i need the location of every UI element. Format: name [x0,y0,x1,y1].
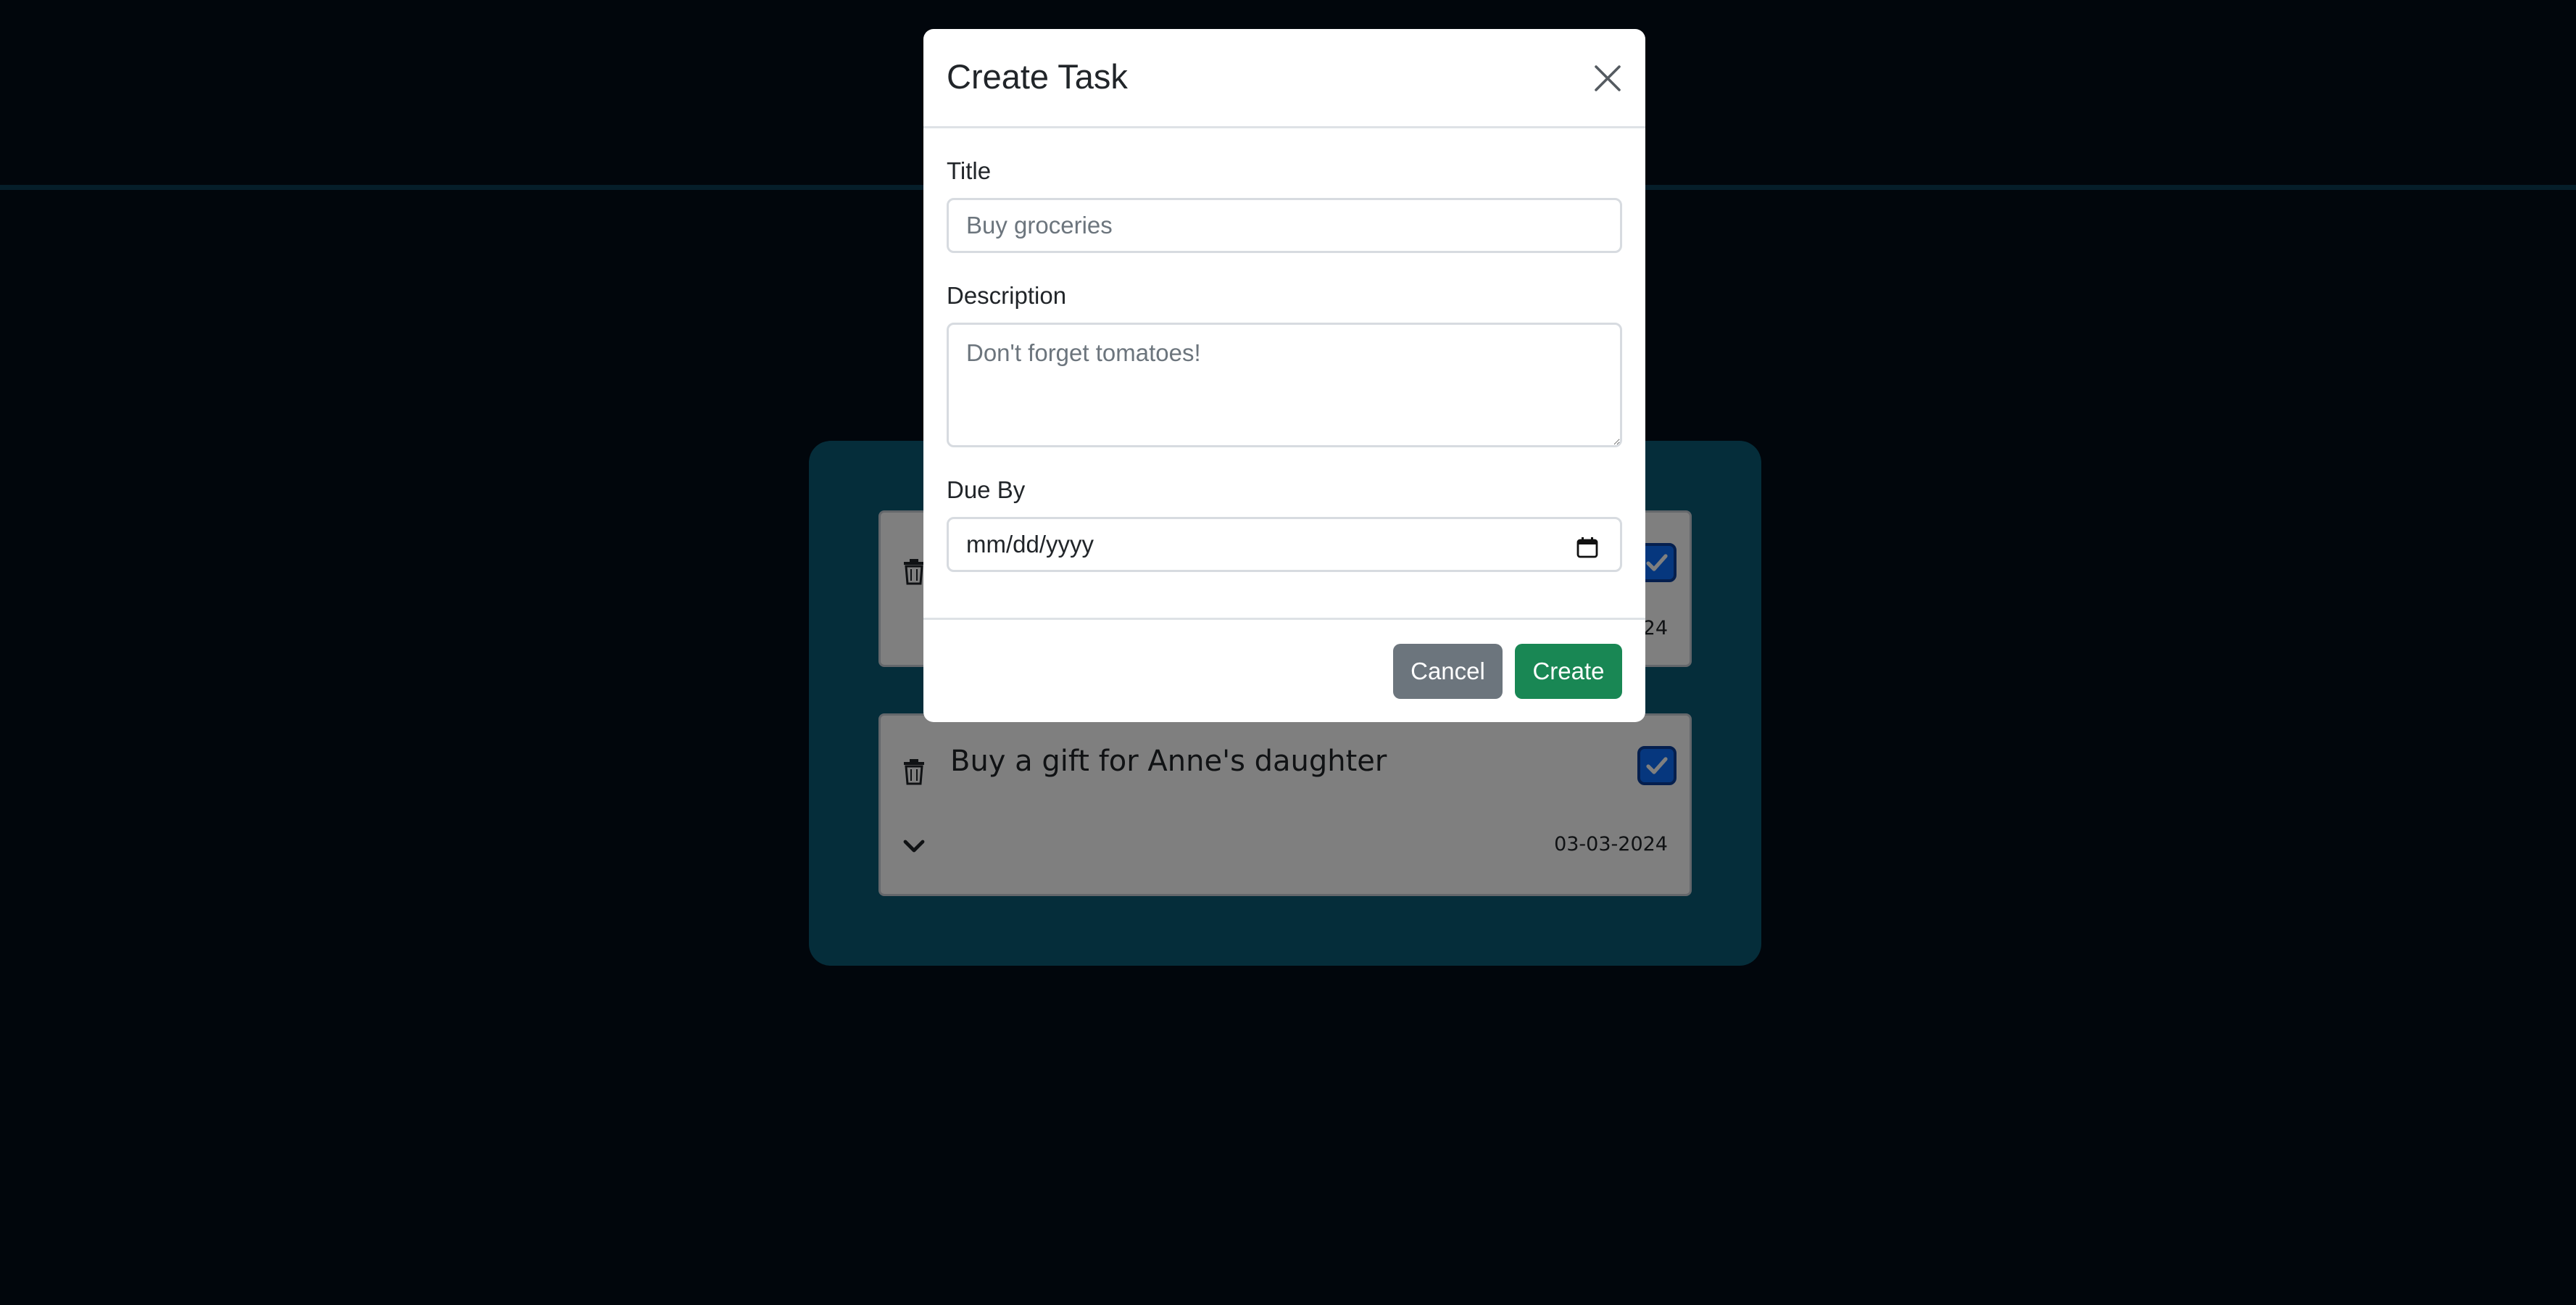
create-button[interactable]: Create [1515,644,1622,699]
due-by-label: Due By [947,476,1026,503]
app-page: 24 Buy a gift for Anne's daughter [0,0,2576,1305]
title-label: Title [947,157,992,184]
modal-footer: Cancel Create [923,618,1645,722]
title-input[interactable] [947,198,1622,253]
cancel-button[interactable]: Cancel [1393,644,1503,699]
due-date-input[interactable]: mm/dd/yyyy [947,517,1622,572]
modal-header: Create Task [923,29,1645,128]
modal-title: Create Task [947,57,1128,96]
description-textarea[interactable] [947,323,1622,447]
date-placeholder: mm/dd/yyyy [966,531,1094,558]
description-label: Description [947,282,1067,309]
calendar-icon[interactable] [1576,536,1598,558]
close-icon[interactable] [1590,61,1625,96]
create-task-modal: Create Task Title Description Due By mm/… [923,29,1645,722]
